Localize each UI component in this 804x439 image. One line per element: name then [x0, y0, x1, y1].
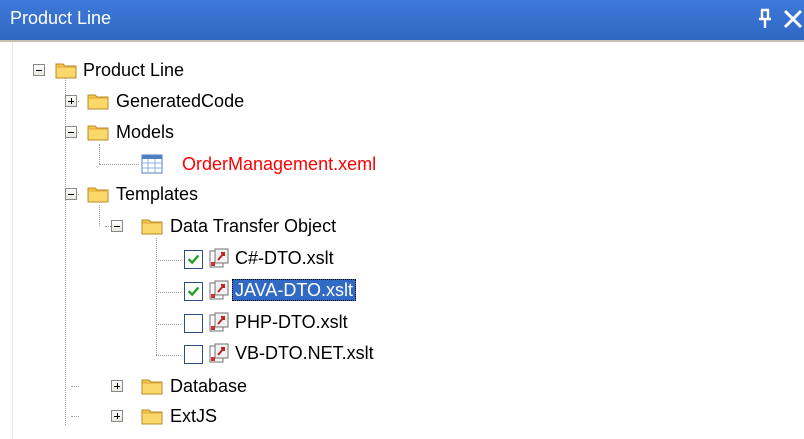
expander-data-transfer-object[interactable] [111, 220, 123, 232]
tree-item-order-management[interactable]: OrderManagement.xeml [182, 153, 376, 175]
xslt-file-icon [209, 312, 229, 332]
xslt-file-icon [209, 343, 229, 363]
tree-connector [71, 416, 79, 417]
expander-templates[interactable] [65, 188, 77, 200]
folder-icon [141, 407, 163, 425]
folder-icon [141, 377, 163, 395]
tree-item-generated-code[interactable]: GeneratedCode [116, 90, 244, 112]
expander-extjs[interactable] [111, 410, 123, 422]
tree-item-java-dto[interactable]: JAVA-DTO.xslt [232, 279, 357, 301]
tree-item-csharp-dto[interactable]: C#-DTO.xslt [235, 247, 334, 269]
folder-icon [55, 61, 77, 79]
check-mark-icon [185, 283, 202, 300]
checkbox-csharp-dto[interactable] [184, 250, 203, 269]
checkbox-java-dto[interactable] [184, 282, 203, 301]
panel-title-bar: Product Line [0, 0, 804, 42]
expander-models[interactable] [65, 126, 77, 138]
tree-connector [156, 355, 181, 356]
tree-connector [156, 238, 157, 355]
tree-connector [71, 386, 79, 387]
checkbox-vb-dto[interactable] [184, 345, 203, 364]
close-icon[interactable] [782, 9, 804, 29]
checkbox-php-dto[interactable] [184, 314, 203, 333]
tree-item-database[interactable]: Database [170, 375, 247, 397]
tree-connector [156, 292, 181, 293]
check-mark-icon [185, 251, 202, 268]
tree-connector [156, 260, 181, 261]
tree-item-models[interactable]: Models [116, 121, 174, 143]
tree-connector [156, 324, 181, 325]
tree-item-vb-dto[interactable]: VB-DTO.NET.xslt [235, 342, 374, 364]
tree-item-templates[interactable]: Templates [116, 183, 198, 205]
tree-item-extjs[interactable]: ExtJS [170, 405, 217, 427]
xslt-file-icon [209, 280, 229, 300]
tree-item-product-line[interactable]: Product Line [83, 59, 184, 81]
folder-icon [87, 123, 109, 141]
folder-icon [87, 185, 109, 203]
panel-title: Product Line [10, 8, 112, 28]
solution-tree: Product Line GeneratedCode Models OrderM… [12, 42, 804, 439]
tree-connector [99, 164, 139, 165]
expander-generated-code[interactable] [65, 95, 77, 107]
folder-icon [87, 92, 109, 110]
xslt-file-icon [209, 248, 229, 268]
expander-database[interactable] [111, 380, 123, 392]
table-icon [141, 154, 163, 174]
tree-connector [99, 205, 100, 226]
expander-product-line[interactable] [33, 64, 45, 76]
tree-item-data-transfer-object[interactable]: Data Transfer Object [170, 215, 336, 237]
tree-item-php-dto[interactable]: PHP-DTO.xslt [235, 311, 348, 333]
folder-icon [141, 217, 163, 235]
tree-connector [99, 144, 100, 164]
pin-icon[interactable] [756, 8, 774, 30]
